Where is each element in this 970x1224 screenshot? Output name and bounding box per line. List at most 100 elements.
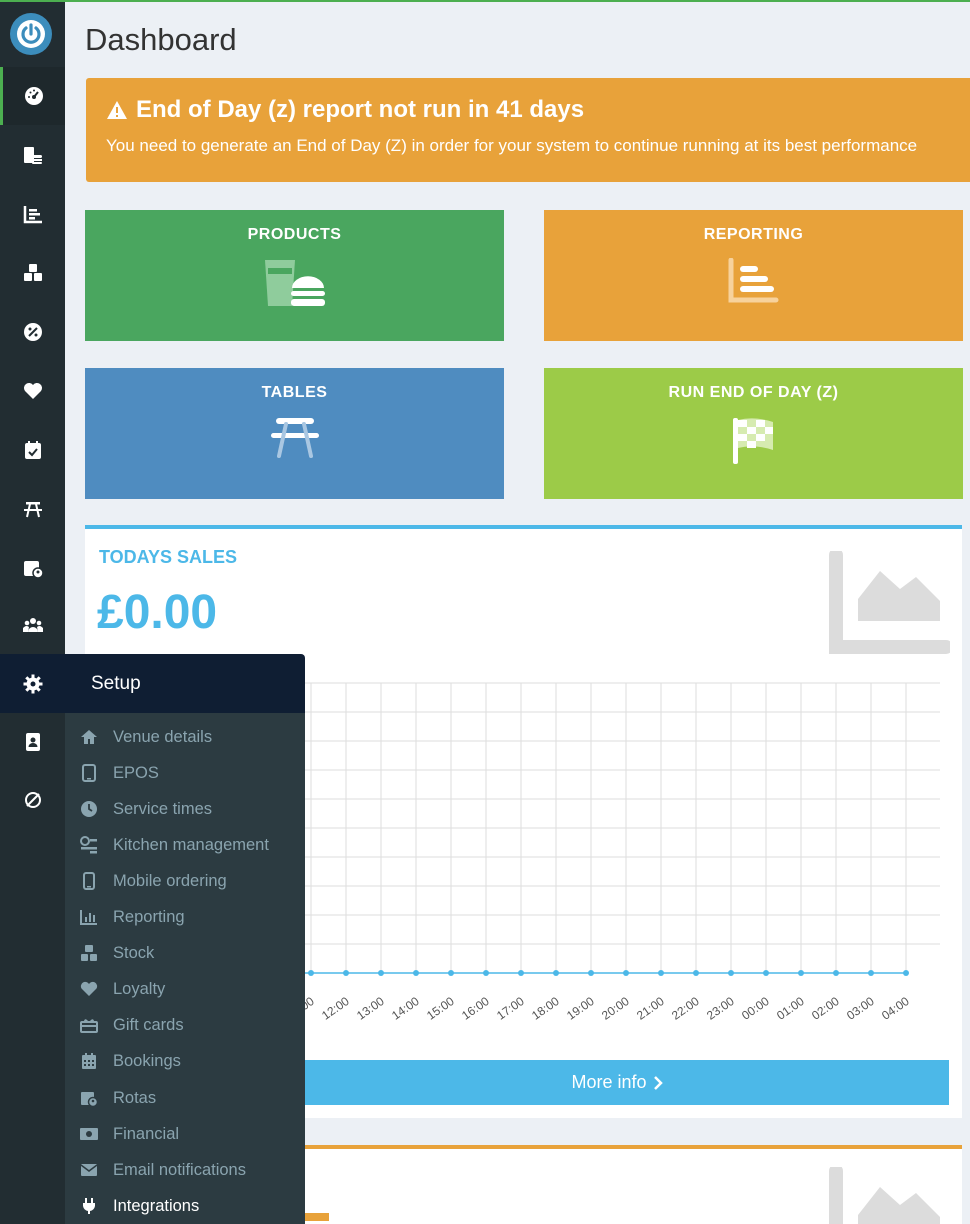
x-tick-label: 04:00 bbox=[879, 994, 912, 1023]
sidebar-item-dashboard[interactable] bbox=[0, 67, 65, 125]
x-tick-label: 21:00 bbox=[634, 994, 667, 1023]
submenu-label: Service times bbox=[113, 799, 213, 818]
x-tick-label: 16:00 bbox=[459, 994, 492, 1023]
submenu-label: Financial bbox=[113, 1124, 180, 1143]
x-tick-label: 02:00 bbox=[809, 994, 842, 1023]
sidebar-item-reporting[interactable] bbox=[0, 185, 65, 243]
tile-products[interactable]: PRODUCTS bbox=[85, 210, 504, 341]
area-chart-icon bbox=[828, 548, 953, 664]
x-tick-label: 13:00 bbox=[354, 994, 387, 1023]
submenu-label: Kitchen management bbox=[113, 835, 269, 854]
sidebar-item-stock[interactable] bbox=[0, 244, 65, 302]
x-tick-label: 01:00 bbox=[774, 994, 807, 1023]
data-point bbox=[798, 970, 804, 976]
data-point bbox=[378, 970, 384, 976]
data-point bbox=[833, 970, 839, 976]
data-point bbox=[903, 970, 909, 976]
chevron-right-icon bbox=[653, 1075, 663, 1090]
submenu-label: Reporting bbox=[113, 907, 185, 926]
setup-submenu: Venue details EPOS Service times Kitchen… bbox=[65, 713, 305, 1224]
boxes-icon bbox=[81, 945, 97, 961]
tile-tables[interactable]: TABLES bbox=[85, 368, 504, 499]
sync-icon bbox=[24, 792, 41, 808]
submenu-gift-cards[interactable]: Gift cards bbox=[65, 1007, 305, 1043]
products-icon bbox=[23, 147, 42, 164]
submenu-label: Venue details bbox=[113, 727, 213, 746]
submenu-financial[interactable]: Financial bbox=[65, 1116, 305, 1152]
submenu-kitchen-management[interactable]: Kitchen management bbox=[65, 827, 305, 863]
reporting-icon bbox=[23, 206, 42, 224]
sidebar-item-staff[interactable] bbox=[0, 596, 65, 654]
data-point bbox=[413, 970, 419, 976]
sidebar-item-tables[interactable] bbox=[0, 480, 65, 538]
clock-icon bbox=[81, 801, 97, 817]
submenu-reporting[interactable]: Reporting bbox=[65, 899, 305, 935]
data-point bbox=[658, 970, 664, 976]
submenu-label: Gift cards bbox=[113, 1015, 184, 1034]
data-point bbox=[728, 970, 734, 976]
tile-label: RUN END OF DAY (Z) bbox=[668, 384, 839, 401]
setup-label: Setup bbox=[91, 672, 141, 694]
data-point bbox=[518, 970, 524, 976]
sidebar-item-rotas[interactable] bbox=[0, 539, 65, 597]
submenu-stock[interactable]: Stock bbox=[65, 935, 305, 971]
submenu-bookings[interactable]: Bookings bbox=[65, 1043, 305, 1079]
kitchen-icon bbox=[80, 836, 97, 854]
x-tick-label: 14:00 bbox=[389, 994, 422, 1023]
x-tick-label: 23:00 bbox=[704, 994, 737, 1023]
envelope-icon bbox=[80, 1164, 98, 1176]
sidebar-item-sync[interactable] bbox=[0, 771, 65, 829]
data-point bbox=[693, 970, 699, 976]
data-point bbox=[623, 970, 629, 976]
tables-icon bbox=[23, 502, 42, 518]
sidebar-item-promotions[interactable] bbox=[0, 303, 65, 361]
submenu-venue-details[interactable]: Venue details bbox=[65, 719, 305, 755]
submenu-rotas[interactable]: Rotas bbox=[65, 1080, 305, 1116]
sidebar-item-products[interactable] bbox=[0, 126, 65, 184]
sidebar-item-setup[interactable]: Setup bbox=[0, 654, 305, 713]
submenu-epos[interactable]: EPOS bbox=[65, 755, 305, 791]
power-icon bbox=[17, 20, 45, 48]
tile-label: PRODUCTS bbox=[247, 226, 342, 243]
data-point bbox=[448, 970, 454, 976]
x-tick-label: 19:00 bbox=[564, 994, 597, 1023]
promotions-icon bbox=[23, 323, 42, 341]
rotas-icon bbox=[23, 561, 43, 578]
tile-reporting[interactable]: REPORTING bbox=[544, 210, 963, 341]
submenu-label: Mobile ordering bbox=[113, 871, 227, 890]
data-point bbox=[308, 970, 314, 976]
submenu-mobile-ordering[interactable]: Mobile ordering bbox=[65, 863, 305, 899]
alert-text: You need to generate an End of Day (Z) i… bbox=[106, 136, 918, 155]
sidebar-item-documents[interactable] bbox=[0, 713, 65, 771]
submenu-label: Integrations bbox=[113, 1196, 200, 1215]
loyalty-icon bbox=[23, 383, 42, 399]
app-logo[interactable] bbox=[10, 13, 52, 55]
data-point bbox=[868, 970, 874, 976]
tile-run-end-of-day[interactable]: RUN END OF DAY (Z) bbox=[544, 368, 963, 499]
bar-chart-icon bbox=[728, 258, 778, 303]
checkered-flag-icon bbox=[732, 418, 773, 464]
data-point bbox=[588, 970, 594, 976]
area-chart-icon bbox=[828, 1164, 950, 1224]
warning-icon bbox=[107, 101, 127, 119]
home-icon bbox=[81, 730, 97, 744]
x-tick-label: 17:00 bbox=[494, 994, 527, 1023]
stat-value-fragment bbox=[301, 1213, 329, 1221]
x-tick-label: 00:00 bbox=[739, 994, 772, 1023]
submenu-loyalty[interactable]: Loyalty bbox=[65, 971, 305, 1007]
documents-icon bbox=[25, 733, 40, 751]
submenu-service-times[interactable]: Service times bbox=[65, 791, 305, 827]
heart-icon bbox=[80, 981, 98, 996]
submenu-label: Rotas bbox=[113, 1088, 157, 1107]
submenu-label: Loyalty bbox=[113, 979, 166, 998]
calendar-icon bbox=[82, 1053, 96, 1069]
mobile-icon bbox=[83, 872, 95, 890]
tile-label: REPORTING bbox=[703, 226, 804, 243]
page-title: Dashboard bbox=[85, 22, 237, 57]
sidebar-item-loyalty[interactable] bbox=[0, 362, 65, 420]
staff-icon bbox=[22, 618, 43, 632]
sidebar-item-bookings[interactable] bbox=[0, 421, 65, 479]
submenu-integrations[interactable]: Integrations bbox=[65, 1188, 305, 1224]
calendar-user-icon bbox=[81, 1092, 98, 1107]
submenu-email-notifications[interactable]: Email notifications bbox=[65, 1152, 305, 1188]
